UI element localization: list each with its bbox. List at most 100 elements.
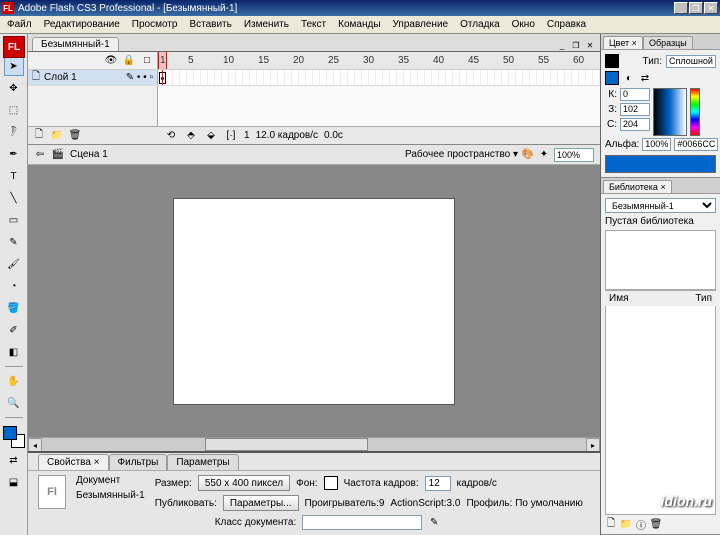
timeline-ruler[interactable]: 1 5 10 15 20 25 30 35 40 45 50 55 60	[158, 52, 600, 69]
doc-class-field[interactable]	[302, 515, 422, 530]
scroll-right-button[interactable]: ▸	[586, 438, 600, 452]
pen-tool[interactable]: ✒	[4, 144, 24, 164]
menu-text[interactable]: Текст	[296, 18, 331, 31]
tab-library[interactable]: Библиотека ×	[603, 180, 672, 193]
workspace-menu[interactable]: Рабочее пространство ▾	[405, 149, 518, 160]
text-tool[interactable]: T	[4, 166, 24, 186]
stroke-swatch[interactable]	[3, 426, 17, 440]
onion-skin-icon[interactable]: ⬘	[184, 129, 198, 143]
menu-window[interactable]: Окно	[507, 18, 540, 31]
ink-bottle-tool[interactable]: ◔	[4, 276, 24, 296]
maximize-button[interactable]: ❐	[689, 2, 703, 14]
scroll-thumb[interactable]	[205, 438, 368, 451]
eyedropper-tool[interactable]: ✐	[4, 320, 24, 340]
back-icon[interactable]: ⇦	[34, 149, 46, 161]
bw-icon[interactable]: ◐	[623, 72, 635, 84]
scene-name[interactable]: Сцена 1	[70, 149, 108, 160]
eraser-tool[interactable]: ◧	[4, 342, 24, 362]
green-field[interactable]: 102	[620, 103, 650, 116]
hex-field[interactable]: #0066CC	[674, 138, 718, 151]
lib-col-name[interactable]: Имя	[609, 293, 628, 304]
stage-area[interactable]	[28, 165, 600, 437]
menu-file[interactable]: Файл	[2, 18, 37, 31]
delete-layer-button[interactable]: 🗑	[68, 129, 82, 143]
horizontal-scrollbar[interactable]: ◂ ▸	[28, 437, 600, 451]
stroke-color-swatch[interactable]	[605, 54, 619, 68]
properties-button[interactable]: ⓘ	[635, 518, 647, 530]
fps-label: Частота кадров:	[344, 478, 419, 489]
stroke-fill-swatches[interactable]	[3, 426, 25, 448]
selection-tool[interactable]: ➤	[4, 56, 24, 76]
menu-edit[interactable]: Редактирование	[39, 18, 125, 31]
menu-control[interactable]: Управление	[388, 18, 454, 31]
lock-icon[interactable]: 🔒	[123, 55, 135, 67]
new-folder-button[interactable]: 📁	[620, 518, 632, 530]
minimize-button[interactable]: _	[674, 2, 688, 14]
tab-filters[interactable]: Фильтры	[109, 454, 168, 470]
zoom-field[interactable]: 100%	[554, 148, 594, 162]
center-frame-icon[interactable]: ⟲	[164, 129, 178, 143]
menu-modify[interactable]: Изменить	[239, 18, 294, 31]
rectangle-tool[interactable]: ▭	[4, 210, 24, 230]
edit-symbol-icon[interactable]: ✦	[538, 149, 550, 161]
pencil-tool[interactable]: ✎	[4, 232, 24, 252]
menu-insert[interactable]: Вставить	[184, 18, 236, 31]
edit-class-icon[interactable]: ✎	[428, 517, 440, 529]
doc-restore-button[interactable]: ❐	[570, 39, 582, 51]
swap-colors-icon[interactable]: ⇄	[4, 450, 24, 470]
hue-bar[interactable]	[690, 88, 700, 136]
options-icon[interactable]: ⬓	[4, 472, 24, 492]
frames-track[interactable]	[158, 70, 600, 85]
doc-minimize-button[interactable]: _	[556, 39, 568, 51]
onion-outline-icon[interactable]: ⬙	[204, 129, 218, 143]
doc-close-button[interactable]: ✕	[584, 39, 596, 51]
alpha-field[interactable]: 100%	[642, 138, 671, 151]
fps-field[interactable]: 12	[425, 476, 451, 491]
document-tab[interactable]: Безымянный-1	[32, 37, 119, 51]
tab-properties[interactable]: Свойства ×	[38, 454, 109, 470]
scroll-left-button[interactable]: ◂	[28, 438, 42, 452]
fill-color-swatch[interactable]	[605, 71, 619, 85]
edit-multiple-icon[interactable]: [·]	[224, 129, 238, 143]
library-doc-select[interactable]: Безымянный-1	[605, 198, 716, 213]
menu-debug[interactable]: Отладка	[455, 18, 505, 31]
bg-color-swatch[interactable]	[324, 476, 338, 490]
new-layer-button[interactable]: 🗋	[32, 129, 46, 143]
paint-bucket-tool[interactable]: 🪣	[4, 298, 24, 318]
menu-commands[interactable]: Команды	[333, 18, 385, 31]
delete-button[interactable]: 🗑	[650, 518, 662, 530]
brush-tool[interactable]: 🖌	[4, 254, 24, 274]
lasso-tool[interactable]: 𓏢	[4, 122, 24, 142]
menu-view[interactable]: Просмотр	[127, 18, 183, 31]
free-transform-tool[interactable]: ⬚	[4, 100, 24, 120]
properties-panel: Свойства × Фильтры Параметры Fl Документ…	[28, 451, 600, 535]
new-symbol-button[interactable]: 🗋	[605, 518, 617, 530]
lib-col-type[interactable]: Тип	[695, 293, 712, 304]
tab-parameters[interactable]: Параметры	[167, 454, 238, 470]
tools-separator	[5, 366, 23, 367]
new-folder-button[interactable]: 📁	[50, 129, 64, 143]
tab-swatches[interactable]: Образцы	[643, 36, 693, 49]
stage[interactable]	[174, 199, 454, 404]
red-field[interactable]: 0	[620, 88, 650, 101]
blue-field[interactable]: 204	[620, 118, 650, 131]
noswap-icon[interactable]: ⇄	[639, 72, 651, 84]
publish-settings-button[interactable]: Параметры...	[223, 495, 299, 511]
line-tool[interactable]: ╲	[4, 188, 24, 208]
close-button[interactable]: ✕	[704, 2, 718, 14]
menu-help[interactable]: Справка	[542, 18, 591, 31]
blue-label: С:	[605, 119, 617, 130]
edit-scene-icon[interactable]: 🎨	[522, 149, 534, 161]
subselection-tool[interactable]: ✥	[4, 78, 24, 98]
layer-row[interactable]: 🗋 Слой 1 ✎ • • ▫	[28, 70, 158, 85]
zoom-tool[interactable]: 🔍	[4, 393, 24, 413]
hand-tool[interactable]: ✋	[4, 371, 24, 391]
outline-icon[interactable]: □	[141, 55, 153, 67]
library-list[interactable]	[605, 306, 716, 515]
fill-type-select[interactable]: Сплошной	[666, 55, 716, 68]
color-spectrum[interactable]	[653, 88, 687, 136]
tab-color[interactable]: Цвет ×	[603, 36, 643, 49]
visibility-icon[interactable]: 👁	[105, 55, 117, 67]
color-panel: Цвет × Образцы Тип: Сплошной ◐ ⇄ К:0	[601, 34, 720, 178]
size-button[interactable]: 550 x 400 пиксел	[198, 475, 290, 491]
